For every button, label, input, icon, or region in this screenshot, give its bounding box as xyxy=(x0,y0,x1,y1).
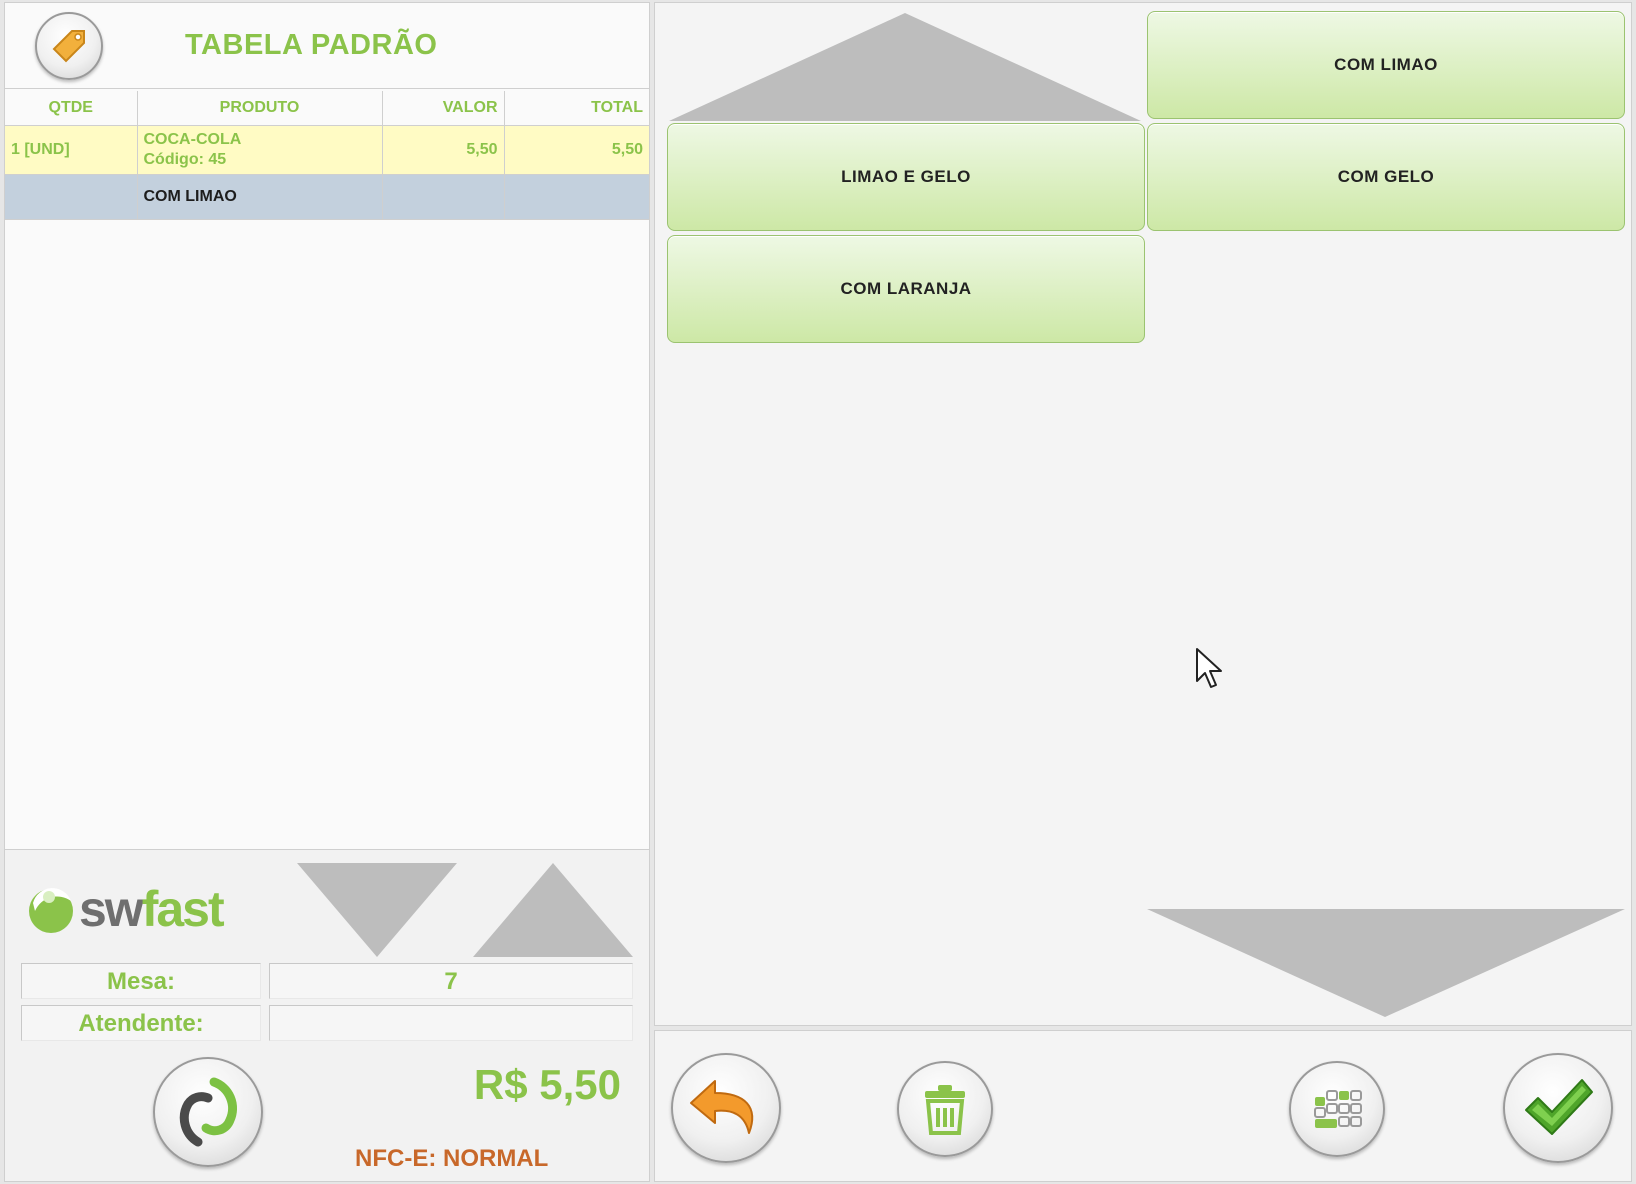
back-button[interactable] xyxy=(671,1053,781,1163)
order-header: TABELA PADRÃO xyxy=(5,3,649,89)
options-scroll-up-arrow[interactable] xyxy=(667,11,1143,123)
mesa-value: 7 xyxy=(269,963,633,999)
item-product-name: COCA-COLA xyxy=(143,131,242,148)
action-toolbar xyxy=(654,1030,1632,1182)
table-row[interactable]: 1 [UND] COCA-COLA Código: 45 5,50 5,50 xyxy=(5,125,649,175)
order-items-table: QTDE PRODUTO VALOR TOTAL 1 [UND] COCA-CO… xyxy=(5,91,649,220)
note-value xyxy=(382,174,505,220)
price-table-button[interactable] xyxy=(35,12,103,80)
option-com-laranja-button[interactable]: COM LARANJA xyxy=(667,235,1145,343)
column-header-qty: QTDE xyxy=(5,91,138,126)
atendente-value xyxy=(269,1005,633,1041)
order-scroll-up-arrow[interactable] xyxy=(471,861,635,959)
swfast-menu-button[interactable] xyxy=(153,1057,263,1167)
price-table-title: TABELA PADRÃO xyxy=(185,29,438,61)
item-value: 5,50 xyxy=(382,125,505,175)
options-panel: COM LIMAO LIMAO E GELO COM GELO COM LARA… xyxy=(654,2,1632,1026)
price-tag-icon xyxy=(52,30,85,63)
option-com-gelo-button[interactable]: COM GELO xyxy=(1147,123,1625,231)
order-total: R$ 5,50 xyxy=(473,1061,621,1108)
column-header-value: VALOR xyxy=(382,91,505,126)
order-scroll-down-arrow[interactable] xyxy=(295,861,459,959)
atendente-label: Atendente: xyxy=(21,1005,261,1041)
swfast-logo: swfast xyxy=(23,881,243,937)
item-product-code: Código: 45 xyxy=(143,151,227,168)
options-scroll-down-arrow[interactable] xyxy=(1145,907,1627,1019)
delete-button[interactable] xyxy=(897,1061,993,1157)
item-total: 5,50 xyxy=(504,125,649,175)
undo-arrow-icon xyxy=(690,1080,754,1134)
nfce-status: NFC-E: NORMAL xyxy=(355,1145,549,1172)
mesa-label: Mesa: xyxy=(21,963,261,999)
checkmark-icon xyxy=(1525,1079,1593,1135)
column-header-total: TOTAL xyxy=(504,91,649,126)
note-label: COM LIMAO xyxy=(137,174,383,220)
swfast-logo-text: swfast xyxy=(79,881,225,937)
keyboard-icon xyxy=(1314,1090,1362,1128)
note-qty xyxy=(5,174,138,220)
mouse-cursor-icon xyxy=(1196,648,1222,688)
swfast-swirl-icon xyxy=(179,1077,238,1147)
item-qty: 1 [UND] xyxy=(5,125,138,175)
table-row[interactable]: COM LIMAO xyxy=(5,174,649,220)
table-header-row: QTDE PRODUTO VALOR TOTAL xyxy=(5,91,649,126)
option-com-limao-button[interactable]: COM LIMAO xyxy=(1147,11,1625,119)
item-product-cell: COCA-COLA Código: 45 xyxy=(137,125,383,175)
option-limao-e-gelo-button[interactable]: LIMAO E GELO xyxy=(667,123,1145,231)
note-total xyxy=(504,174,649,220)
column-header-product: PRODUTO xyxy=(137,91,383,126)
trash-icon xyxy=(925,1085,965,1135)
confirm-button[interactable] xyxy=(1503,1053,1613,1163)
order-panel: TABELA PADRÃO QTDE PRODUTO VALOR TOTAL 1… xyxy=(4,2,650,1182)
keyboard-button[interactable] xyxy=(1289,1061,1385,1157)
swfast-logo-mark-icon xyxy=(29,888,73,933)
